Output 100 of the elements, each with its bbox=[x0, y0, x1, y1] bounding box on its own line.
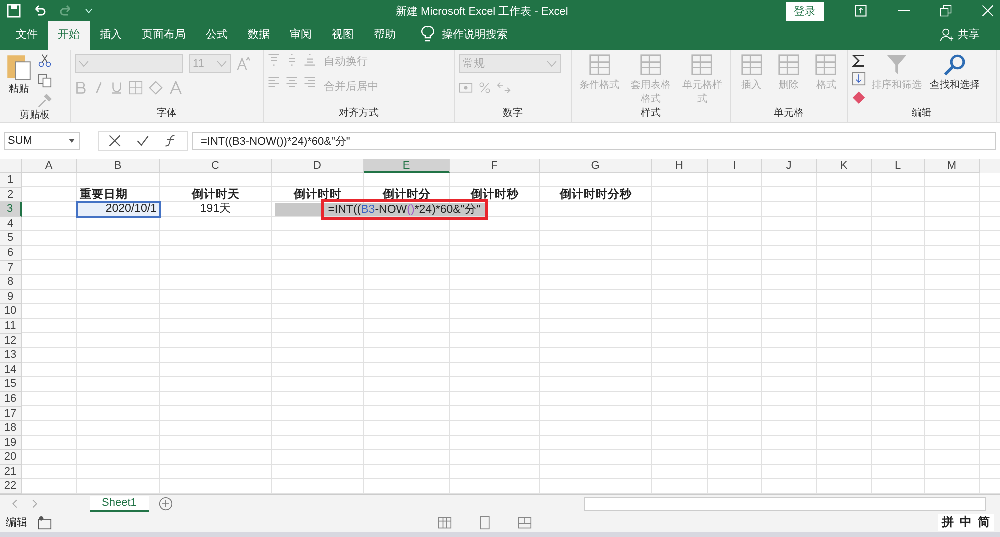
ime-button[interactable]: 拼 bbox=[942, 514, 954, 532]
column-header[interactable]: B bbox=[77, 159, 160, 173]
row-header[interactable]: 13 bbox=[0, 348, 22, 363]
ribbon-tab[interactable]: 数据 bbox=[238, 21, 280, 50]
column-header[interactable]: J bbox=[762, 159, 817, 173]
row-header[interactable]: 20 bbox=[0, 450, 22, 465]
ribbon-display-icon bbox=[854, 4, 868, 18]
row-header[interactable]: 12 bbox=[0, 334, 22, 348]
ribbon-tab[interactable]: 开始 bbox=[48, 21, 90, 50]
cut-icon bbox=[38, 54, 52, 68]
ribbon-tab[interactable]: 页面布局 bbox=[132, 21, 196, 50]
align-bottom-icon bbox=[304, 54, 316, 66]
table-cell: 2020/10/1 bbox=[77, 202, 160, 217]
column-header[interactable]: F bbox=[450, 159, 540, 173]
row-header[interactable]: 2 bbox=[0, 188, 22, 202]
group-label: 编辑 bbox=[911, 106, 933, 120]
ime-button[interactable]: 简 bbox=[978, 514, 990, 532]
share-button[interactable]: 共享 bbox=[934, 26, 986, 50]
row-header[interactable]: 15 bbox=[0, 377, 22, 392]
row-header[interactable]: 16 bbox=[0, 392, 22, 406]
ribbon-tab[interactable]: 公式 bbox=[196, 21, 238, 50]
dropdown-icon bbox=[79, 58, 89, 68]
row-header[interactable]: 4 bbox=[0, 216, 22, 232]
macro-record-icon bbox=[38, 516, 52, 530]
table-cell-text: 倒计时分 bbox=[382, 188, 432, 202]
row-header[interactable]: 8 bbox=[0, 275, 22, 290]
login-button[interactable]: 登录 bbox=[786, 2, 824, 20]
ime-button[interactable]: 中 bbox=[960, 514, 972, 532]
align-center-icon bbox=[286, 76, 298, 88]
ribbon-tab[interactable]: 帮助 bbox=[364, 21, 406, 50]
sheet-tab[interactable]: Sheet1 bbox=[90, 496, 149, 512]
font-color-icon bbox=[169, 81, 183, 95]
underline-icon bbox=[111, 82, 123, 94]
group-label: 剪贴板 bbox=[19, 108, 51, 122]
ribbon-tab[interactable]: 审阅 bbox=[280, 21, 322, 50]
page-break-icon bbox=[518, 516, 532, 530]
horizontal-scrollbar[interactable] bbox=[584, 497, 986, 512]
ribbon-tab[interactable]: 插入 bbox=[90, 21, 132, 50]
select-all-corner[interactable] bbox=[0, 159, 22, 173]
clipboard-icon bbox=[6, 54, 32, 80]
row-header[interactable]: 6 bbox=[0, 246, 22, 261]
ribbon-tab[interactable]: 文件 bbox=[6, 21, 48, 50]
add-sheet-icon bbox=[158, 497, 173, 512]
dropdown-icon bbox=[217, 58, 227, 68]
column-header[interactable]: I bbox=[708, 159, 762, 173]
scroll-right-icon bbox=[30, 499, 40, 510]
function-icon bbox=[165, 135, 177, 147]
percent-icon bbox=[479, 82, 491, 94]
column-header[interactable]: H bbox=[652, 159, 708, 173]
column-header[interactable]: L bbox=[872, 159, 925, 173]
dropdown-icon bbox=[68, 137, 76, 145]
restore-icon bbox=[940, 5, 952, 17]
tell-me-search[interactable]: 操作说明搜索 bbox=[442, 26, 508, 42]
row-header[interactable]: 19 bbox=[0, 436, 22, 450]
row-header[interactable]: 7 bbox=[0, 260, 22, 276]
dropdown-icon bbox=[547, 58, 557, 68]
row-header[interactable]: 17 bbox=[0, 406, 22, 422]
table-cell-text: 倒计时秒 bbox=[470, 188, 520, 202]
currency-icon bbox=[459, 81, 473, 95]
ribbon-button[interactable]: 查找和选择 bbox=[928, 54, 982, 92]
row-header[interactable]: 1 bbox=[0, 173, 22, 188]
table-icon bbox=[740, 54, 763, 76]
column-header[interactable]: G bbox=[540, 159, 652, 173]
customize-icon bbox=[84, 6, 94, 16]
group-label: 对齐方式 bbox=[338, 106, 380, 120]
table-icon bbox=[815, 54, 838, 76]
row-header[interactable]: 5 bbox=[0, 231, 22, 246]
row-header[interactable]: 11 bbox=[0, 318, 22, 334]
row-header[interactable]: 3 bbox=[0, 202, 22, 217]
row-header[interactable]: 10 bbox=[0, 304, 22, 319]
column-header[interactable]: M bbox=[925, 159, 980, 173]
group-label: 样式 bbox=[640, 106, 662, 120]
normal-view-icon bbox=[438, 516, 452, 530]
bold-icon bbox=[75, 82, 87, 94]
eraser-icon bbox=[852, 90, 866, 104]
table-cell-text: 倒计时时分秒 bbox=[558, 188, 633, 202]
group-label: 数字 bbox=[502, 106, 524, 120]
column-header[interactable]: C bbox=[160, 159, 272, 173]
paste-button[interactable]: 粘贴 bbox=[4, 54, 34, 96]
column-header[interactable]: D bbox=[272, 159, 364, 173]
column-header[interactable]: A bbox=[22, 159, 77, 173]
row-header[interactable]: 9 bbox=[0, 290, 22, 304]
row-header[interactable]: 21 bbox=[0, 464, 22, 480]
table-icon bbox=[588, 54, 611, 76]
font-name-field[interactable] bbox=[75, 54, 183, 73]
table-icon bbox=[691, 54, 714, 76]
ribbon-tab[interactable]: 视图 bbox=[322, 21, 364, 50]
row-header[interactable]: 18 bbox=[0, 421, 22, 436]
align-top-icon bbox=[268, 54, 280, 66]
column-header[interactable]: K bbox=[817, 159, 872, 173]
page-layout-icon bbox=[478, 516, 492, 530]
row-header[interactable]: 14 bbox=[0, 362, 22, 378]
cell-formula[interactable]: =INT((B3-NOW()*24)*60&"分" bbox=[324, 202, 485, 217]
row-header[interactable]: 22 bbox=[0, 479, 22, 494]
formula-field[interactable]: =INT((B3-NOW())*24)*60&"分" bbox=[192, 132, 996, 150]
group-label: 字体 bbox=[156, 106, 178, 120]
person-icon bbox=[940, 28, 954, 42]
cancel-icon bbox=[109, 135, 121, 147]
column-header[interactable]: E bbox=[364, 159, 450, 173]
name-box[interactable]: SUM bbox=[4, 132, 80, 150]
